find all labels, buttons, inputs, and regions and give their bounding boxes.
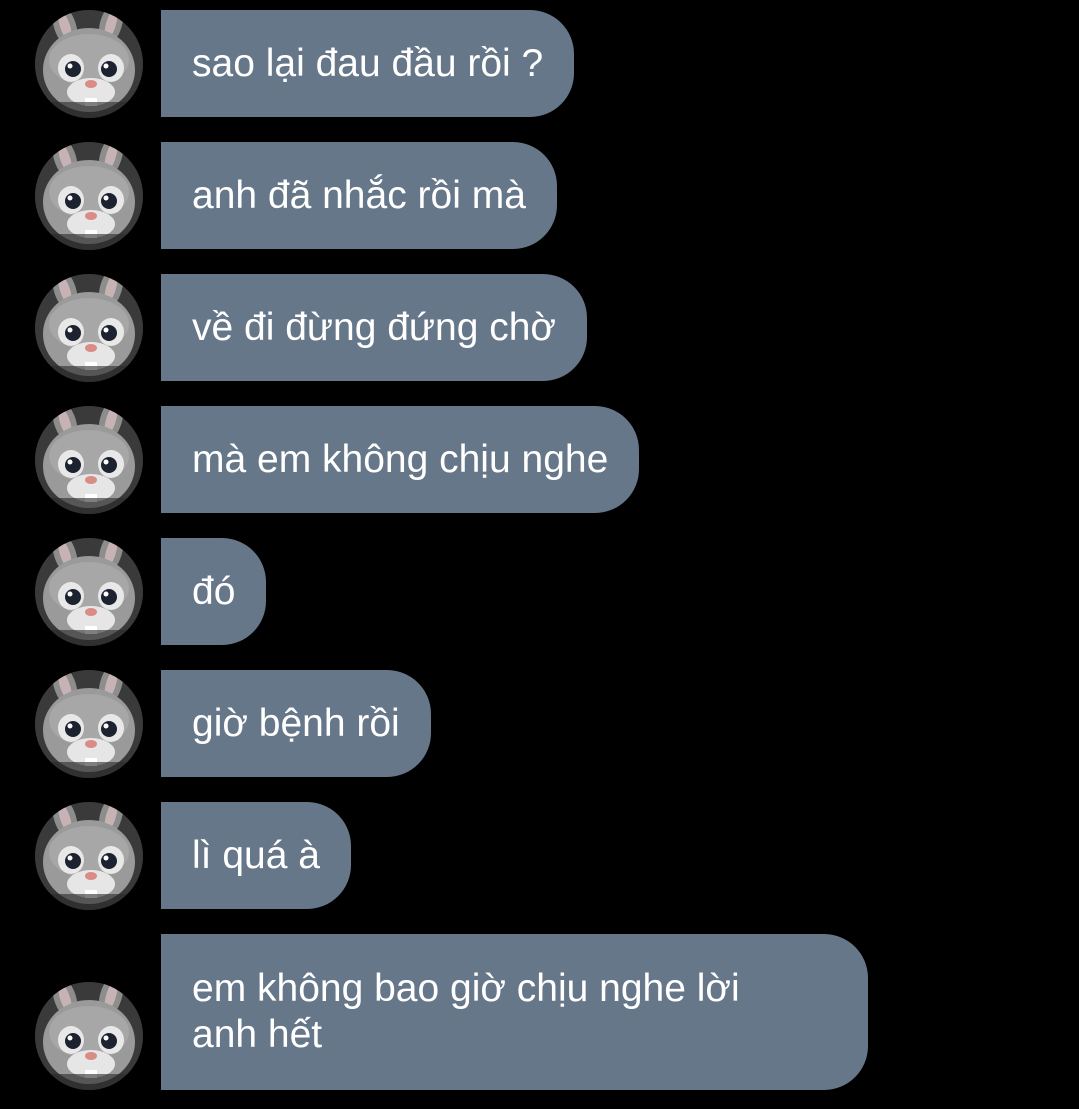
message-bubble[interactable]: đó: [161, 538, 267, 645]
bunny-avatar-icon[interactable]: [35, 10, 143, 118]
bunny-avatar-icon[interactable]: [35, 406, 143, 514]
message-bubble[interactable]: về đi đừng đứng chờ: [161, 274, 588, 381]
chat-thread: sao lại đau đầu rồi ? anh đã nhắc rồi mà…: [0, 0, 1079, 1109]
bunny-avatar-icon[interactable]: [35, 982, 143, 1090]
bunny-avatar-icon[interactable]: [35, 802, 143, 910]
message-bubble[interactable]: sao lại đau đầu rồi ?: [161, 10, 575, 117]
bunny-avatar-icon[interactable]: [35, 670, 143, 778]
bunny-avatar-icon[interactable]: [35, 142, 143, 250]
message-bubble[interactable]: giờ bệnh rồi: [161, 670, 431, 777]
message-bubble[interactable]: anh đã nhắc rồi mà: [161, 142, 557, 249]
bunny-avatar-icon[interactable]: [35, 538, 143, 646]
message-bubble[interactable]: lì quá à: [161, 802, 351, 909]
message-bubble[interactable]: em không bao giờ chịu nghe lời anh hết: [161, 934, 868, 1090]
message-bubble[interactable]: mà em không chịu nghe: [161, 406, 640, 513]
bunny-avatar-icon[interactable]: [35, 274, 143, 382]
